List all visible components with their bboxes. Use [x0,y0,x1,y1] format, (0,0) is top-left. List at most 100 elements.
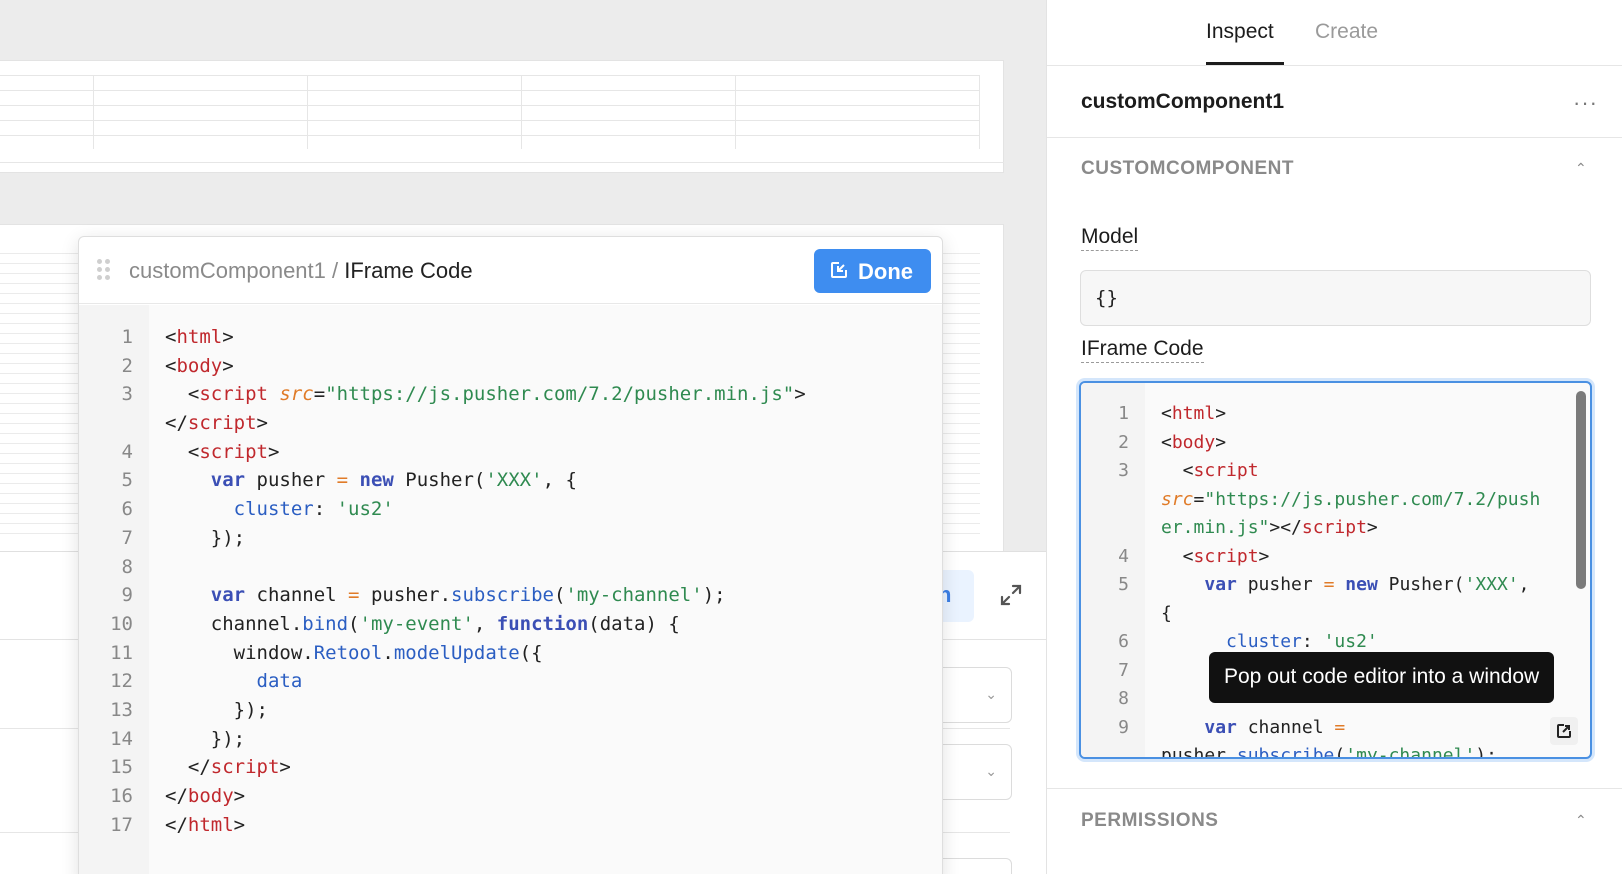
code-line[interactable]: 9 var channel = [1081,714,1590,743]
scrollbar[interactable] [1576,391,1586,589]
code-lines: 1 <html> 2 <body> 3 <script src="https://js.… [79,323,942,839]
popin-icon [831,262,847,278]
line-number: 1 [1118,403,1129,424]
code-line[interactable]: { [1081,600,1590,629]
code-text[interactable]: }); [165,696,268,725]
table-column-divider [521,75,522,149]
code-line[interactable]: 12 data [79,667,942,696]
code-line[interactable]: 2 <body> [1081,429,1590,458]
code-text[interactable]: var channel = pusher.subscribe('my-chann… [165,581,726,610]
line-number: 3 [121,383,133,406]
breadcrumb: customComponent1 / IFrame Code [129,258,473,284]
code-text[interactable]: src="https://js.pusher.com/7.2/push [1161,486,1540,515]
breadcrumb-parent[interactable]: customComponent1 [129,258,326,283]
code-text[interactable]: pusher.subscribe('my-channel'); [1161,742,1497,757]
table-column-divider [307,75,308,149]
code-text[interactable]: er.min.js"></script> [1161,514,1378,543]
code-line[interactable]: src="https://js.pusher.com/7.2/push [1081,486,1590,515]
model-input[interactable]: {} [1080,270,1591,326]
code-lines: 1 <html> 2 <body> 3 <script src="https://js.p… [1081,400,1590,757]
code-line[interactable]: 14 }); [79,725,942,754]
line-number: 1 [121,326,133,348]
code-text[interactable]: <html> [1161,400,1226,429]
line-number: 11 [110,641,133,664]
line-number: 9 [121,584,133,607]
code-line[interactable]: 2 <body> [79,352,942,381]
code-text[interactable]: <script src="https://js.pusher.com/7.2/p… [165,380,806,409]
code-text[interactable]: channel.bind('my-event', function(data) … [165,610,680,639]
code-line[interactable]: 13 }); [79,696,942,725]
inspector-tabs: Inspect Create [1047,0,1622,66]
code-text[interactable]: { [1161,600,1172,629]
chevron-up-icon[interactable]: ⌃ [1575,812,1587,829]
line-number: 15 [110,756,133,779]
line-number: 8 [1118,688,1129,709]
iframe-code-label: IFrame Code [1081,337,1204,363]
code-line[interactable]: 5 var pusher = new Pusher('XXX', [1081,571,1590,600]
code-line[interactable]: 4 <script> [79,438,942,467]
code-text[interactable]: <script> [1161,543,1270,572]
code-line[interactable]: er.min.js"></script> [1081,514,1590,543]
code-line[interactable]: </script> [79,409,942,438]
more-horizontal-icon[interactable]: ··· [1573,90,1598,116]
code-line[interactable]: 11 window.Retool.modelUpdate({ [79,639,942,668]
code-text[interactable]: }); [165,524,245,553]
code-line[interactable]: 3 <script src="https://js.pusher.com/7.2… [79,380,942,409]
model-label: Model [1081,225,1139,251]
section-title-customcomponent[interactable]: CUSTOMCOMPONENT [1081,158,1294,180]
table-column-divider [735,75,736,149]
line-number: 6 [1118,631,1129,652]
section-title-permissions[interactable]: PERMISSIONS [1081,810,1218,832]
code-text[interactable]: <script [1161,457,1259,486]
breadcrumb-current: IFrame Code [344,258,473,283]
code-line[interactable]: 9 var channel = pusher.subscribe('my-cha… [79,581,942,610]
done-button[interactable]: Done [814,249,931,293]
code-line[interactable]: 3 <script [1081,457,1590,486]
code-line[interactable]: 8 [79,553,942,582]
code-editor[interactable]: 1 <html> 2 <body> 3 <script src="https://js.… [79,305,942,874]
code-line[interactable]: 1 <html> [79,323,942,352]
code-text[interactable]: <script> [165,438,280,467]
tab-create[interactable]: Create [1315,20,1378,44]
code-line[interactable]: 7 }); [79,524,942,553]
code-text[interactable]: </script> [165,753,291,782]
line-number: 9 [1118,716,1129,738]
code-text[interactable]: cluster: 'us2' [165,495,394,524]
code-editor-modal: customComponent1 / IFrame Code Done 1 <ht… [78,236,943,874]
code-line[interactable]: 4 <script> [1081,543,1590,572]
code-text[interactable]: var channel = [1161,714,1345,743]
code-text[interactable]: var pusher = new Pusher('XXX', [1161,571,1529,600]
popout-icon[interactable] [1550,717,1578,745]
code-text[interactable]: data [165,667,303,696]
done-button-label: Done [858,259,913,284]
code-line[interactable]: 6 cluster: 'us2' [79,495,942,524]
component-name[interactable]: customComponent1 [1081,90,1284,114]
code-text[interactable]: </script> [165,409,268,438]
code-text[interactable]: </html> [165,811,245,840]
table-column-divider [979,75,980,149]
code-line[interactable]: 16 </body> [79,782,942,811]
drag-handle-icon[interactable] [97,259,111,281]
expand-icon[interactable] [1000,584,1022,606]
code-line[interactable]: 17 </html> [79,811,942,840]
component-header: customComponent1 ··· [1047,66,1622,138]
code-line[interactable]: 15 </script> [79,753,942,782]
code-text[interactable]: }); [165,725,245,754]
table-rows [0,75,980,149]
tab-inspect[interactable]: Inspect [1206,20,1274,44]
line-number: 6 [121,498,133,521]
code-text[interactable]: window.Retool.modelUpdate({ [165,639,543,668]
chevron-up-icon[interactable]: ⌃ [1575,160,1587,177]
code-line[interactable]: 1 <html> [1081,400,1590,429]
code-text[interactable]: <body> [1161,429,1226,458]
breadcrumb-separator: / [325,258,345,283]
code-line[interactable]: 5 var pusher = new Pusher('XXX', { [79,466,942,495]
code-line[interactable]: pusher.subscribe('my-channel'); [1081,742,1590,757]
code-text[interactable]: <body> [165,352,234,381]
line-number: 4 [1118,545,1129,567]
code-text[interactable]: var pusher = new Pusher('XXX', { [165,466,577,495]
code-text[interactable]: </body> [165,782,245,811]
table-component-top[interactable] [0,60,1004,173]
code-text[interactable]: <html> [165,323,234,352]
code-line[interactable]: 10 channel.bind('my-event', function(dat… [79,610,942,639]
